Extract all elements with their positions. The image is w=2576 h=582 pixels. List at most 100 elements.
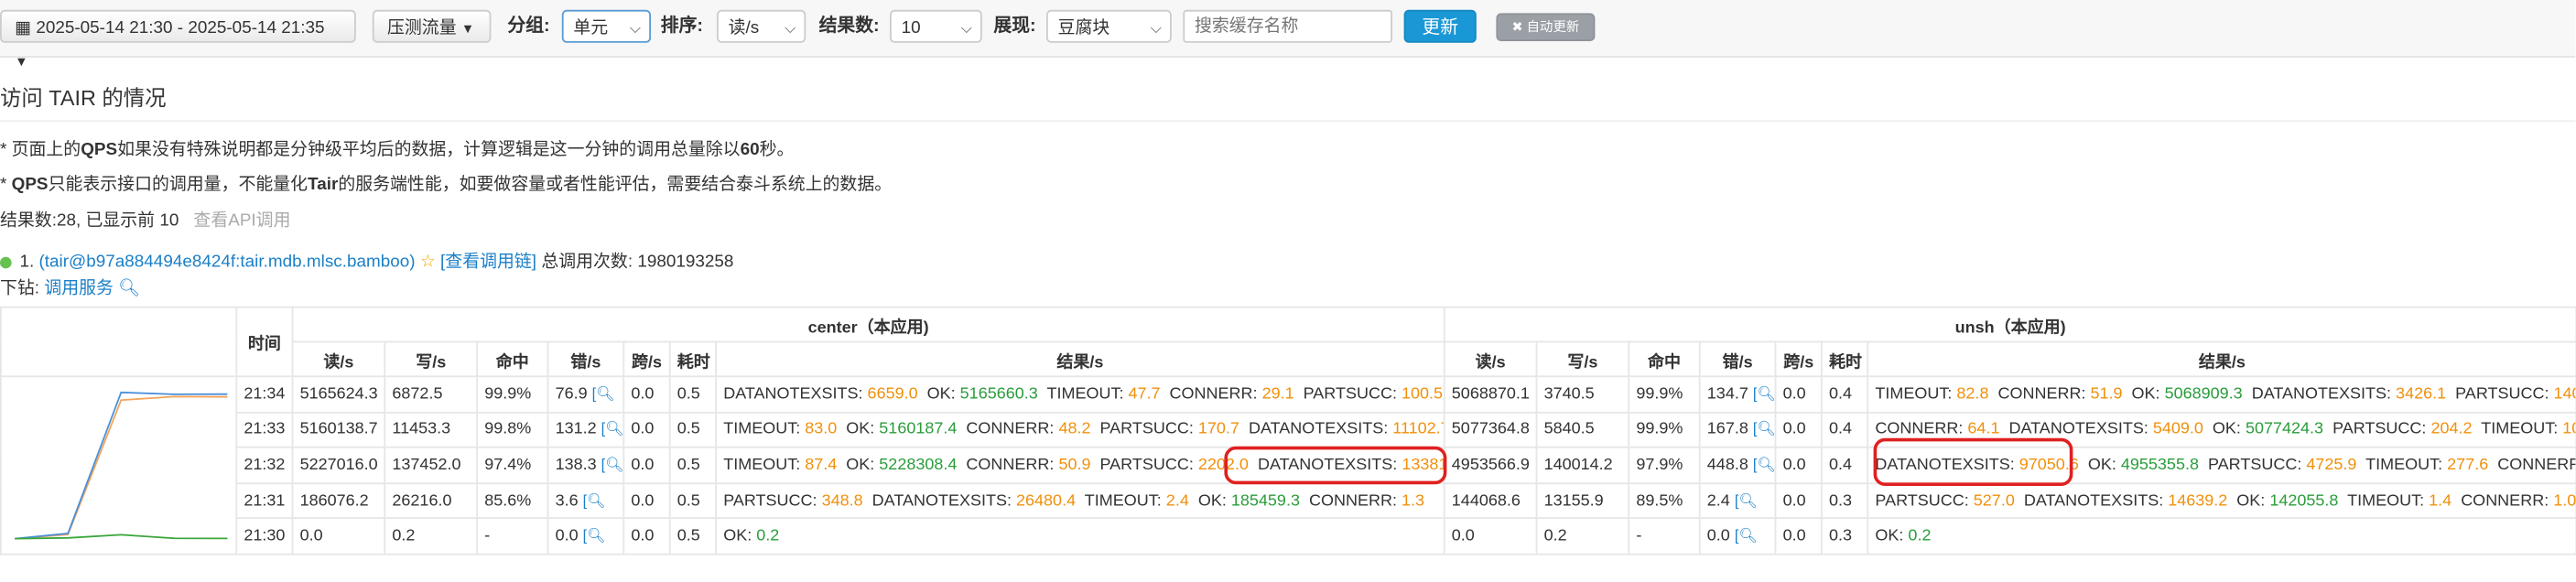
result-key: CONNERR: — [966, 420, 1055, 439]
stats-table: 时间 center（本应用) unsh（本应用) 读/s 写/s 命中 错/s … — [0, 306, 2576, 555]
result-value: 3426.1 — [2396, 384, 2447, 404]
write-cell: 3740.5 — [1535, 375, 1630, 414]
entry-name-link[interactable]: (tair@b97a884494e8424f:tair.mdb.mlsc.bam… — [38, 252, 415, 272]
search-icon[interactable]: [🔍︎ — [601, 421, 622, 437]
divider — [0, 120, 2576, 123]
drill-service-link[interactable]: 调用服务 — [44, 278, 114, 298]
time-range-picker[interactable]: ▦ 2025-05-14 21:30 - 2025-05-14 21:35 ▼ — [0, 9, 356, 70]
result-value: 48.2 — [1058, 420, 1091, 439]
update-button[interactable]: 更新 — [1403, 9, 1477, 43]
result-count: 结果数:28, 已显示前 10 — [0, 210, 179, 231]
hit-cell: 99.9% — [1628, 375, 1701, 414]
result-value: 51.9 — [2090, 384, 2123, 404]
col-write: 写/s — [1535, 340, 1630, 378]
traffic-mode-dropdown[interactable]: 压测流量 ▼ — [372, 9, 492, 43]
sparkline-unsh-read — [15, 395, 228, 540]
magnifier-icon[interactable]: 🔍︎ — [118, 278, 140, 298]
hit-cell: 97.4% — [476, 447, 549, 484]
count-select[interactable]: 10 ⌵ — [890, 9, 982, 43]
search-icon[interactable]: [🔍︎ — [1753, 421, 1774, 437]
search-icon[interactable]: [🔍︎ — [1753, 457, 1774, 473]
count-label: 结果数: — [818, 16, 880, 37]
table-row: 21:31 186076.2 26216.0 85.6% 3.6 [🔍︎ 0.0 0.5 PA… — [1, 482, 2576, 520]
result-value: 4725.9 — [2306, 456, 2357, 475]
search-icon[interactable]: [🔍︎ — [601, 457, 622, 473]
col-results: 结果/s — [1867, 340, 2576, 378]
result-key: TIMEOUT: — [2365, 456, 2443, 475]
trace-link[interactable]: [查看调用链] — [440, 252, 536, 272]
result-value: 5077424.3 — [2245, 420, 2324, 439]
page-title: 访问 TAIR 的情况 — [0, 85, 167, 111]
note-qps-capacity: * QPS只能表示接口的调用量，不能量化Tair的服务端性能，如要做容量或者性能… — [0, 171, 892, 196]
search-icon[interactable]: [🔍︎ — [1753, 385, 1774, 402]
result-key: PARTSUCC: — [1099, 456, 1194, 475]
result-key: CONNERR: — [1997, 384, 2086, 404]
search-icon[interactable]: [🔍︎ — [1735, 527, 1758, 544]
search-icon[interactable]: [🔍︎ — [592, 385, 615, 402]
api-call-link[interactable]: 查看API调用 — [193, 210, 290, 231]
cost-cell: 0.5 — [668, 517, 717, 555]
read-cell: 5068870.1 — [1443, 375, 1538, 414]
result-value: 64.1 — [1967, 420, 2000, 439]
col-write: 写/s — [384, 340, 478, 378]
star-icon[interactable]: ☆ — [420, 252, 436, 272]
calendar-icon: ▦ — [15, 17, 32, 38]
note-qps-average: * 页面上的QPS如果没有特殊说明都是分钟级平均后的数据，计算逻辑是这一分钟的调… — [0, 136, 794, 161]
result-value: 2202.0 — [1197, 456, 1249, 475]
err-cell: 448.8 [🔍︎ — [1698, 447, 1777, 484]
result-key: CONNERR: — [1169, 384, 1258, 404]
result-value: 1.3 — [1402, 491, 1425, 511]
results-cell: OK: 0.2 — [715, 517, 1445, 555]
col-hit: 命中 — [476, 340, 549, 378]
group-select[interactable]: 单元 ⌵ — [561, 9, 651, 43]
result-value: 5068909.3 — [2164, 384, 2243, 404]
err-value: 0.0 — [555, 527, 579, 546]
result-value: 1.0 — [2553, 491, 2576, 511]
results-cell: CONNERR: 64.1 DATANOTEXSITS: 5409.0 OK: … — [1867, 411, 2576, 448]
hit-cell: 85.6% — [476, 482, 549, 520]
err-value: 138.3 — [555, 456, 597, 475]
result-key: OK: — [2212, 420, 2241, 439]
search-icon[interactable]: [🔍︎ — [1735, 491, 1758, 508]
cross-cell: 0.0 — [622, 375, 671, 414]
result-key: DATANOTEXSITS: — [1875, 456, 2015, 475]
results-cell: TIMEOUT: 87.4 OK: 5228308.4 CONNERR: 50.… — [715, 447, 1445, 484]
result-key: CONNERR: — [2497, 456, 2574, 475]
sort-select-value: 读/s — [728, 17, 760, 38]
result-key: OK: — [926, 384, 956, 404]
table-row: 21:33 5160138.7 11453.3 99.8% 131.2 [🔍︎ 0.0 0.… — [1, 411, 2576, 448]
group-label: 分组: — [507, 16, 550, 37]
result-key: PARTSUCC: — [723, 491, 817, 511]
err-value: 131.2 — [555, 420, 597, 439]
result-value: 277.6 — [2447, 456, 2489, 475]
cross-cell: 0.0 — [1774, 482, 1823, 520]
drill-label: 下钻: — [0, 278, 40, 298]
result-value: 133819.3 — [1402, 456, 1443, 475]
result-key: PARTSUCC: — [1303, 384, 1398, 404]
result-key: OK: — [723, 527, 752, 546]
write-cell: 137452.0 — [384, 447, 478, 484]
sort-select[interactable]: 读/s ⌵ — [717, 9, 806, 43]
result-value: 1.4 — [2429, 491, 2452, 511]
view-select[interactable]: 豆腐块 ⌵ — [1046, 9, 1172, 43]
time-range-text: 2025-05-14 21:30 - 2025-05-14 21:35 — [36, 17, 325, 38]
search-icon[interactable]: [🔍︎ — [583, 527, 606, 544]
result-value: 29.1 — [1261, 384, 1294, 404]
col-hit: 命中 — [1628, 340, 1701, 378]
auto-update-button[interactable]: ✖ 自动更新 — [1496, 13, 1596, 41]
search-icon[interactable]: [🔍︎ — [583, 491, 606, 508]
err-value: 3.6 — [555, 491, 579, 511]
result-value: 26480.4 — [1016, 491, 1077, 511]
result-key: PARTSUCC: — [1099, 420, 1194, 439]
result-value: 185459.3 — [1230, 491, 1300, 511]
read-cell: 0.0 — [291, 517, 386, 555]
cache-search-input[interactable] — [1183, 9, 1392, 43]
result-key: CONNERR: — [2461, 491, 2549, 511]
group-header-center: center（本应用) — [291, 306, 1445, 343]
note2-bold2: Tair — [308, 174, 339, 195]
total-calls: 总调用次数: 1980193258 — [541, 252, 734, 272]
chevron-down-icon: ⌵ — [629, 19, 642, 37]
table-row: 21:30 0.0 0.2-0.0 [🔍︎ 0.0 0.5 OK: 0.2 0.0 0.2-… — [1, 517, 2576, 555]
cost-cell: 0.3 — [1820, 517, 1869, 555]
results-cell: PARTSUCC: 348.8 DATANOTEXSITS: 26480.4 T… — [715, 482, 1445, 520]
